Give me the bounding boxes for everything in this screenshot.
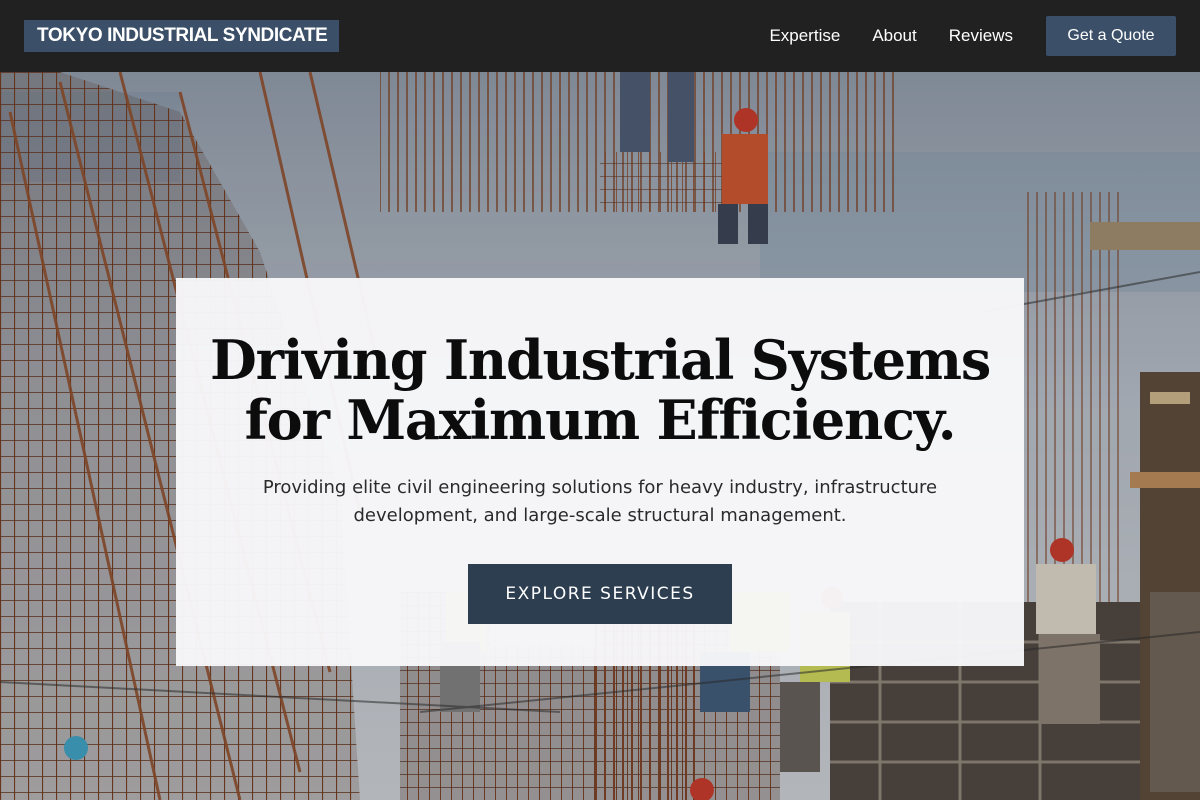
hero-card: Driving Industrial Systems for Maximum E… [176, 278, 1024, 666]
nav-link-expertise[interactable]: Expertise [769, 26, 840, 46]
hero-headline-line1: Driving Industrial Systems [209, 328, 991, 392]
nav-link-about[interactable]: About [872, 26, 916, 46]
hero-headline: Driving Industrial Systems for Maximum E… [176, 330, 1024, 450]
nav-link-reviews[interactable]: Reviews [949, 26, 1013, 46]
hero-headline-line2: for Maximum Efficiency. [244, 388, 957, 452]
top-navbar: TOKYO INDUSTRIAL SYNDICATE Expertise Abo… [0, 0, 1200, 72]
get-quote-button[interactable]: Get a Quote [1046, 16, 1176, 56]
brand-logo[interactable]: TOKYO INDUSTRIAL SYNDICATE [24, 20, 340, 52]
nav-links: Expertise About Reviews Get a Quote [769, 16, 1176, 56]
explore-services-button[interactable]: EXPLORE SERVICES [468, 564, 732, 624]
hero-section: Driving Industrial Systems for Maximum E… [0, 72, 1200, 800]
hero-subtext: Providing elite civil engineering soluti… [262, 477, 938, 526]
